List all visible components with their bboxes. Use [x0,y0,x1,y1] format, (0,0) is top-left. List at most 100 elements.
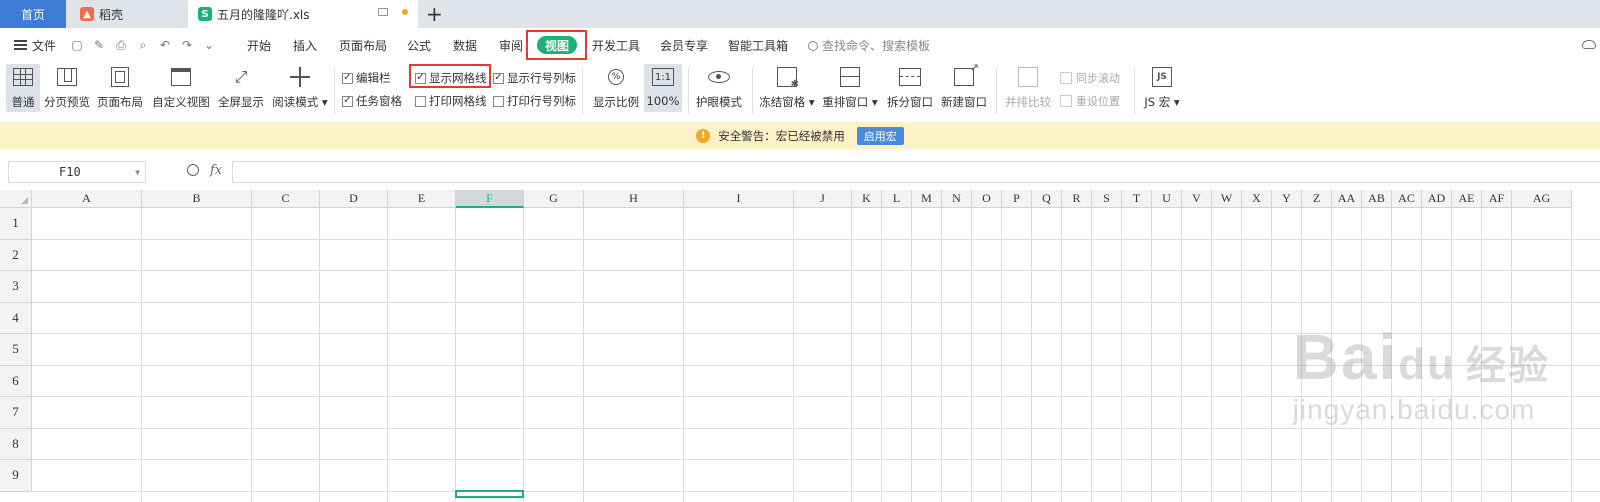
chevron-down-icon[interactable]: ▼ [135,168,140,177]
edit-bar-checkbox[interactable]: 编辑栏 [342,70,391,86]
column-header-V[interactable]: V [1182,190,1212,208]
column-header-O[interactable]: O [972,190,1002,208]
monitor-icon[interactable] [378,8,388,16]
column-header-Q[interactable]: Q [1032,190,1062,208]
redo-icon[interactable]: ↷ [180,38,194,52]
reset-position-button[interactable]: 重设位置 [1060,93,1120,109]
row-header-4[interactable]: 4 [0,302,32,334]
menu-item-review[interactable]: 审阅 [499,37,523,54]
column-header-K[interactable]: K [852,190,882,208]
menu-item-data[interactable]: 数据 [453,37,477,54]
row-header-5[interactable]: 5 [0,334,32,366]
sync-scroll-icon [1060,72,1072,84]
js-macro-button[interactable]: JS JS 宏 ▾ [1142,64,1182,110]
print-gridlines-checkbox[interactable]: 打印网格线 [415,93,487,109]
rearrange-windows-button[interactable]: 重排窗口 ▾ [822,64,878,110]
column-header-I[interactable]: I [684,190,794,208]
column-header-D[interactable]: D [320,190,388,208]
full-screen-button[interactable]: ⤢ 全屏显示 [217,64,265,110]
column-header-AD[interactable]: AD [1422,190,1452,208]
menu-item-smart-tools[interactable]: 智能工具箱 [728,37,788,54]
column-header-Y[interactable]: Y [1272,190,1302,208]
column-header-W[interactable]: W [1212,190,1242,208]
side-by-side-button[interactable]: 并排比较 [1004,64,1052,110]
select-all-corner[interactable] [0,190,32,208]
menu-item-formula[interactable]: 公式 [407,37,431,54]
fx-icon[interactable]: fx [210,163,222,178]
custom-view-button[interactable]: 自定义视图 [152,64,210,110]
name-box[interactable]: F10 ▼ [8,161,146,183]
column-header-B[interactable]: B [142,190,252,208]
tab-home[interactable]: 首页 [0,0,66,28]
add-tab-button[interactable]: + [426,2,443,26]
page-layout-view-button[interactable]: 页面布局 [97,64,143,110]
chevron-down-icon[interactable]: ⌄ [202,38,216,52]
page-layout-label: 页面布局 [97,95,143,109]
column-header-C[interactable]: C [252,190,320,208]
column-header-P[interactable]: P [1002,190,1032,208]
formula-input[interactable] [232,161,1600,183]
column-header-AC[interactable]: AC [1392,190,1422,208]
column-header-E[interactable]: E [388,190,456,208]
column-header-AE[interactable]: AE [1452,190,1482,208]
command-search[interactable]: 查找命令、搜索模板 [808,37,930,54]
menu-item-insert[interactable]: 插入 [293,37,317,54]
tab-daoke[interactable]: ▲ 稻壳 [68,0,186,28]
column-header-AA[interactable]: AA [1332,190,1362,208]
row-header-9[interactable]: 9 [0,460,32,492]
column-header-J[interactable]: J [794,190,852,208]
column-header-AB[interactable]: AB [1362,190,1392,208]
split-window-button[interactable]: 拆分窗口 [886,64,934,110]
zoom-button[interactable]: % 显示比例 [592,64,640,110]
column-header-S[interactable]: S [1092,190,1122,208]
column-header-R[interactable]: R [1062,190,1092,208]
column-header-H[interactable]: H [584,190,684,208]
selected-cell[interactable] [455,489,524,498]
ribbon-divider [582,68,583,114]
zoom-formula-icon[interactable] [187,164,199,176]
menu-item-page-layout[interactable]: 页面布局 [339,37,387,54]
menu-item-member[interactable]: 会员专享 [660,37,708,54]
normal-view-button[interactable]: 普通 [6,64,40,112]
print-icon[interactable]: ⎙ [114,38,128,52]
column-header-Z[interactable]: Z [1302,190,1332,208]
file-menu-button[interactable]: 文件 [14,37,56,54]
column-header-T[interactable]: T [1122,190,1152,208]
row-header-8[interactable]: 8 [0,428,32,460]
cloud-sync-icon[interactable] [1582,40,1596,49]
column-header-X[interactable]: X [1242,190,1272,208]
read-mode-button[interactable]: 阅读模式 ▾ [272,64,328,110]
column-header-M[interactable]: M [912,190,942,208]
print-preview-icon[interactable]: ⌕ [136,38,150,52]
zoom-100-button[interactable]: 1:1 100% [644,64,682,112]
column-header-U[interactable]: U [1152,190,1182,208]
new-window-button[interactable]: 新建窗口 [940,61,988,110]
format-painter-icon[interactable]: ✎ [92,38,106,52]
row-header-1[interactable]: 1 [0,208,32,240]
freeze-panes-button[interactable]: 冻结窗格 ▾ [759,64,815,110]
tab-document[interactable]: S 五月的隆隆吖.xls [188,0,418,28]
column-header-A[interactable]: A [32,190,142,208]
task-pane-checkbox[interactable]: 任务窗格 [342,93,402,109]
row-header-2[interactable]: 2 [0,239,32,271]
print-headers-checkbox[interactable]: 打印行号列标 [493,93,576,109]
column-header-F[interactable]: F [456,190,524,208]
show-headers-checkbox[interactable]: 显示行号列标 [493,70,576,86]
search-icon [808,40,818,51]
column-header-L[interactable]: L [882,190,912,208]
menu-item-home[interactable]: 开始 [247,37,271,54]
eye-mode-button[interactable]: 护眼模式 [695,64,743,110]
save-icon[interactable]: ▢ [70,38,84,52]
sync-scroll-button[interactable]: 同步滚动 [1060,70,1120,86]
row-header-6[interactable]: 6 [0,365,32,397]
row-header-7[interactable]: 7 [0,397,32,429]
column-header-AG[interactable]: AG [1512,190,1572,208]
column-header-AF[interactable]: AF [1482,190,1512,208]
undo-icon[interactable]: ↶ [158,38,172,52]
page-break-preview-button[interactable]: 分页预览 [44,64,90,110]
row-header-3[interactable]: 3 [0,271,32,303]
column-header-N[interactable]: N [942,190,972,208]
menu-item-developer[interactable]: 开发工具 [592,37,640,54]
column-header-G[interactable]: G [524,190,584,208]
enable-macro-button[interactable]: 启用宏 [856,126,904,145]
